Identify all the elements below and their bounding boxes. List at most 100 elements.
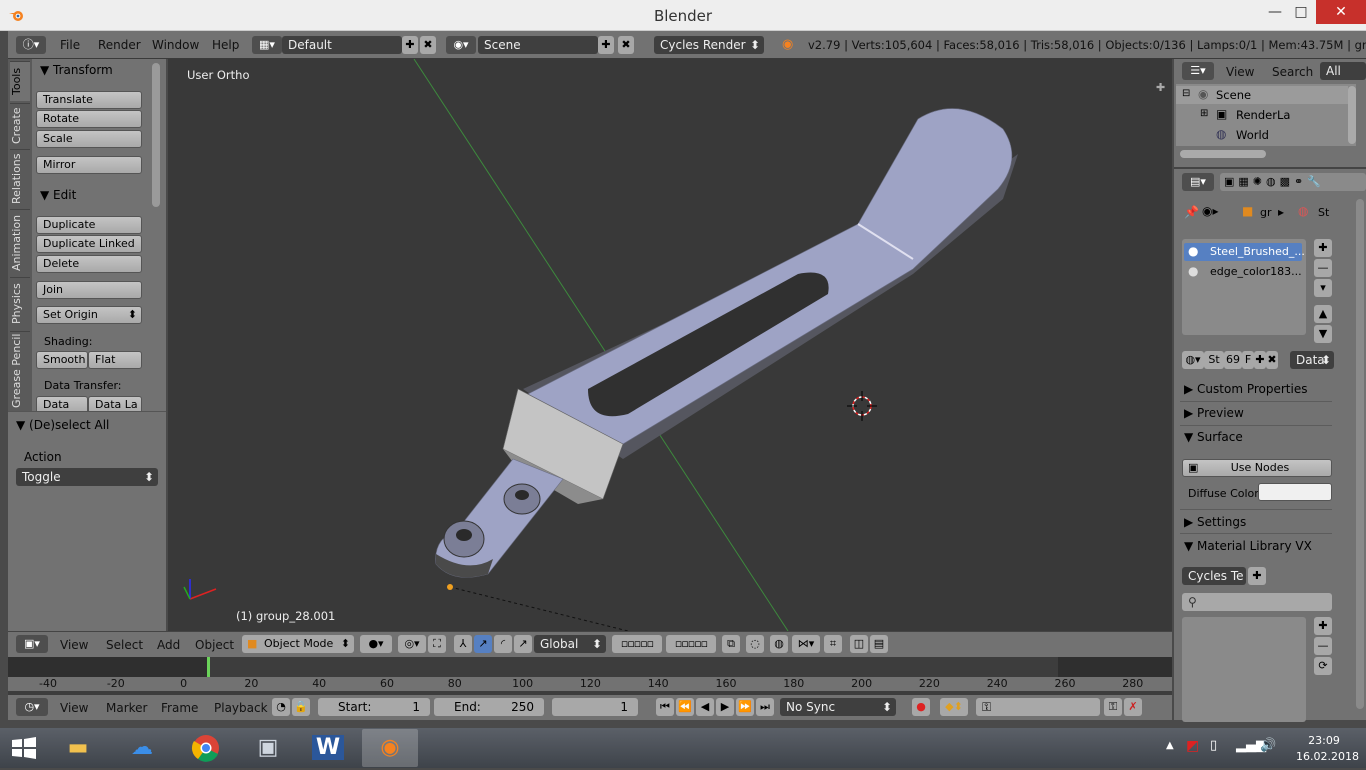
- edit-panel-header[interactable]: ▼ Edit: [40, 188, 76, 202]
- keying-set-field[interactable]: ⚿: [976, 698, 1100, 716]
- material-slot-2[interactable]: ● edge_color183...: [1184, 263, 1302, 281]
- timeline[interactable]: -40 -20 0 20 40 60 80 100 120 140 160 180 200 220 240 2…: [8, 657, 1172, 695]
- pivot-dropdown[interactable]: ◎▾: [398, 635, 426, 653]
- layers-grid-2[interactable]: ▫▫▫▫▫: [666, 635, 716, 653]
- tl-menu-frame[interactable]: Frame: [161, 701, 198, 715]
- panel-custom-properties[interactable]: ▶ Custom Properties: [1184, 382, 1307, 396]
- mirror-button[interactable]: Mirror: [36, 156, 142, 174]
- prev-keyframe-icon[interactable]: ⏪: [676, 698, 694, 716]
- remove-slot-button[interactable]: —: [1314, 259, 1332, 277]
- 3d-viewport[interactable]: User Ortho (1) group_28.001 ✚: [168, 59, 1172, 631]
- insert-keyframe-icon[interactable]: ⚿: [1104, 698, 1122, 716]
- next-keyframe-icon[interactable]: ⏩: [736, 698, 754, 716]
- chrome-icon[interactable]: [178, 729, 234, 767]
- outliner-item-scene[interactable]: ⊟ ◉ Scene: [1176, 86, 1348, 104]
- menu-help[interactable]: Help: [212, 38, 239, 52]
- render-engine-dropdown[interactable]: Cycles Render ⬍: [654, 36, 764, 54]
- word-icon[interactable]: W: [300, 729, 356, 767]
- action-dropdown[interactable]: Toggle ⬍: [16, 468, 158, 486]
- diffuse-color-swatch[interactable]: [1258, 483, 1332, 501]
- panel-surface[interactable]: ▼ Surface: [1184, 430, 1243, 444]
- tray-volume-icon[interactable]: 🔊: [1260, 738, 1276, 753]
- delete-button[interactable]: Delete: [36, 255, 142, 273]
- set-origin-dropdown[interactable]: Set Origin ⬍: [36, 306, 142, 324]
- outliner-filter-dropdown[interactable]: All Sce: [1320, 62, 1366, 96]
- rotate-button[interactable]: Rotate: [36, 110, 142, 128]
- scene-icon[interactable]: ◉▾: [446, 36, 476, 54]
- viewport-add-region-icon[interactable]: ✚: [1156, 81, 1165, 94]
- material-slot-1[interactable]: ● Steel_Brushed_...: [1184, 243, 1305, 261]
- panel-preview[interactable]: ▶ Preview: [1184, 406, 1244, 420]
- explorer-icon[interactable]: ▬: [50, 729, 106, 767]
- duplicate-button[interactable]: Duplicate: [36, 216, 142, 234]
- menu-select[interactable]: Select: [106, 638, 143, 652]
- outliner-scrollbar[interactable]: [1348, 86, 1356, 144]
- flat-button[interactable]: Flat: [88, 351, 142, 369]
- clock-date[interactable]: 16.02.2018: [1296, 750, 1359, 763]
- scene-field[interactable]: Scene: [478, 36, 598, 54]
- tab-tools[interactable]: Tools: [10, 61, 30, 101]
- scale-button[interactable]: Scale: [36, 130, 142, 148]
- current-frame-marker[interactable]: [207, 657, 210, 677]
- maximize-button[interactable]: □: [1288, 0, 1314, 24]
- context-tabs[interactable]: ▣▦✺◍▩⚭🔧: [1220, 173, 1366, 191]
- properties-scrollbar[interactable]: [1356, 199, 1364, 709]
- lock-layers-icon[interactable]: ⧉: [722, 635, 740, 653]
- remove-scene-icon[interactable]: ✖: [618, 36, 634, 54]
- menu-object[interactable]: Object: [195, 638, 234, 652]
- move-slot-down-button[interactable]: ▼: [1314, 325, 1332, 343]
- minimize-button[interactable]: —: [1262, 0, 1288, 24]
- menu-add[interactable]: Add: [157, 638, 180, 652]
- pin-icon[interactable]: 📌: [1184, 205, 1199, 219]
- link-dropdown[interactable]: Data ⬍: [1290, 351, 1334, 369]
- jump-start-icon[interactable]: ⏮: [656, 698, 674, 716]
- keying-set-icon[interactable]: ◆⬍: [940, 698, 968, 716]
- fake-user-button[interactable]: F: [1242, 351, 1254, 369]
- translate-button[interactable]: Translate: [36, 91, 142, 109]
- material-browse-icon[interactable]: ◍▾: [1182, 351, 1204, 369]
- jump-end-icon[interactable]: ⏭: [756, 698, 774, 716]
- outliner-menu-search[interactable]: Search: [1272, 65, 1313, 79]
- smooth-button[interactable]: Smooth: [36, 351, 88, 369]
- tab-animation[interactable]: Animation: [10, 209, 30, 275]
- record-icon[interactable]: ●: [912, 698, 930, 716]
- transform-panel-header[interactable]: ▼ Transform: [40, 63, 113, 77]
- library-refresh-button[interactable]: ⟳: [1314, 657, 1332, 675]
- translate-manipulator-icon[interactable]: ⅄: [454, 635, 472, 653]
- editor-type-button[interactable]: ⓘ▾: [16, 36, 46, 54]
- shading-dropdown[interactable]: ●▾: [360, 635, 392, 653]
- tab-relations[interactable]: Relations: [10, 149, 30, 207]
- slot-specials-button[interactable]: ▾: [1314, 279, 1332, 297]
- tray-show-hidden-icon[interactable]: ▲: [1166, 740, 1174, 751]
- properties-editor-icon[interactable]: ▤▾: [1182, 173, 1214, 191]
- tab-grease-pencil[interactable]: Grease Pencil: [10, 331, 30, 409]
- outliner-item-renderlayers[interactable]: ⊞ ▣ RenderLa: [1176, 106, 1348, 124]
- outliner-editor-icon[interactable]: ☰▾: [1182, 62, 1214, 80]
- tl-menu-marker[interactable]: Marker: [106, 701, 147, 715]
- windows-start-icon[interactable]: [10, 736, 38, 760]
- scale-tool-icon[interactable]: ↗: [514, 635, 532, 653]
- tray-antivirus-icon[interactable]: ◩: [1186, 738, 1199, 754]
- orientation-dropdown[interactable]: Global ⬍: [534, 635, 606, 653]
- move-slot-up-button[interactable]: ▲: [1314, 305, 1332, 323]
- add-slot-button[interactable]: ✚: [1314, 239, 1332, 257]
- scale-manipulator-icon[interactable]: ◜: [494, 635, 512, 653]
- play-icon[interactable]: ▶: [716, 698, 734, 716]
- library-search-field[interactable]: ⚲: [1182, 593, 1332, 611]
- current-frame-field[interactable]: 1: [552, 698, 638, 716]
- shelf-scrollbar[interactable]: [152, 63, 160, 207]
- panel-material-library[interactable]: ▼ Material Library VX: [1184, 539, 1312, 553]
- manipulator-icon[interactable]: ⛶: [428, 635, 446, 653]
- add-scene-icon[interactable]: ✚: [598, 36, 614, 54]
- menu-file[interactable]: File: [60, 38, 80, 52]
- tab-physics[interactable]: Physics: [10, 277, 30, 329]
- timeline-editor-icon[interactable]: ◷▾: [16, 698, 48, 716]
- menu-window[interactable]: Window: [152, 38, 199, 52]
- breadcrumb-material[interactable]: St: [1318, 206, 1329, 219]
- end-frame-field[interactable]: End: 250: [434, 698, 544, 716]
- play-reverse-icon[interactable]: ◀: [696, 698, 714, 716]
- library-remove-button[interactable]: —: [1314, 637, 1332, 655]
- snap-icon[interactable]: ⋈▾: [792, 635, 820, 653]
- mode-dropdown[interactable]: Object Mode ⬍ ■: [242, 635, 354, 653]
- snap-target-icon[interactable]: ⌗: [824, 635, 842, 653]
